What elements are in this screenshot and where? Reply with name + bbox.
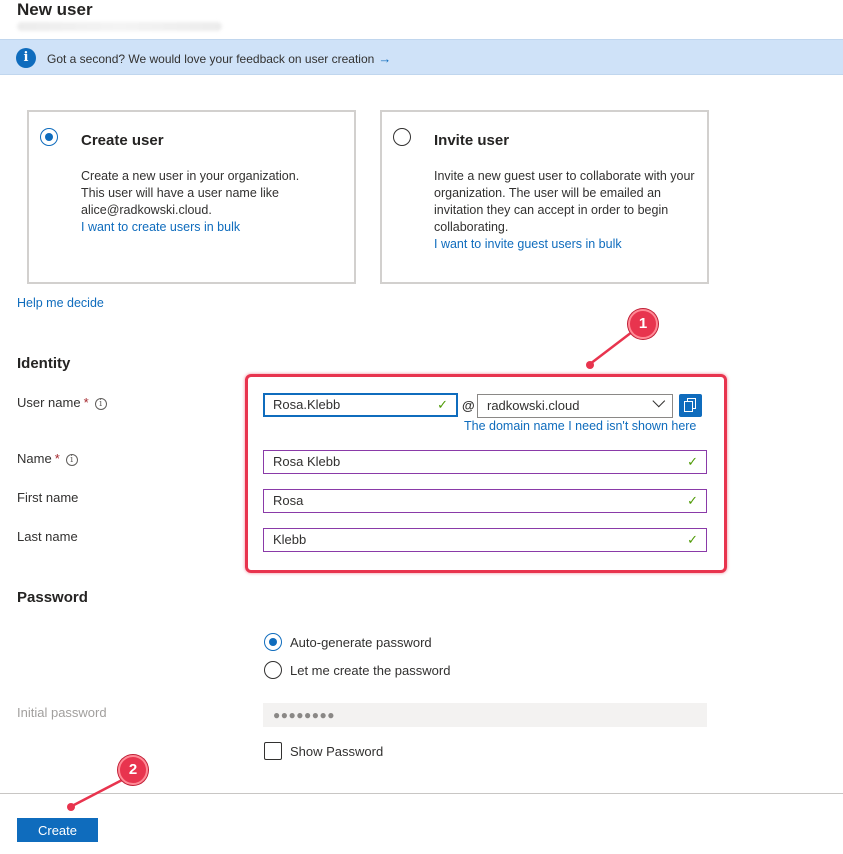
username-label: User name * i (17, 395, 107, 410)
banner-text-wrap[interactable]: Got a second? We would love your feedbac… (47, 51, 391, 66)
invite-guests-bulk-link[interactable]: I want to invite guest users in bulk (434, 237, 622, 251)
annotation-highlight-box (245, 374, 727, 573)
annotation-marker-1: 1 (628, 309, 658, 339)
invite-user-title: Invite user (434, 132, 510, 149)
name-label: Name * i (17, 451, 78, 466)
username-label-text: User name (17, 395, 81, 410)
help-me-decide-link[interactable]: Help me decide (17, 296, 104, 310)
initial-password-field: ●●●●●●●● (263, 703, 707, 727)
annotation-line-1 (589, 331, 633, 365)
create-users-bulk-link[interactable]: I want to create users in bulk (81, 220, 240, 234)
show-password-label[interactable]: Show Password (290, 744, 383, 759)
auto-generate-label[interactable]: Auto-generate password (290, 635, 432, 650)
password-mask: ●●●●●●●● (273, 708, 335, 722)
invite-user-description: Invite a new guest user to collaborate w… (434, 169, 695, 234)
show-password-checkbox[interactable] (264, 742, 282, 760)
create-button[interactable]: Create (17, 818, 98, 842)
password-section-title: Password (17, 589, 88, 606)
required-marker: * (54, 451, 60, 466)
banner-text: Got a second? We would love your feedbac… (47, 52, 375, 66)
footer-divider (0, 793, 843, 794)
page-title: New user (17, 0, 93, 19)
name-label-text: Name (17, 451, 52, 466)
feedback-banner[interactable]: i Got a second? We would love your feedb… (0, 39, 843, 75)
info-tooltip-icon[interactable]: i (94, 398, 107, 410)
create-password-label[interactable]: Let me create the password (290, 663, 450, 678)
annotation-dot-1 (586, 361, 594, 369)
info-icon: i (16, 48, 36, 68)
invite-user-card[interactable]: Invite user Invite a new guest user to c… (380, 110, 709, 284)
last-name-label: Last name (17, 529, 78, 544)
create-user-description: Create a new user in your organization. … (81, 169, 300, 217)
info-tooltip-icon[interactable]: i (65, 454, 78, 466)
required-marker: * (83, 395, 89, 410)
annotation-marker-2: 2 (118, 755, 148, 785)
create-user-title: Create user (81, 132, 164, 149)
annotation-dot-2 (67, 803, 75, 811)
initial-password-label: Initial password (17, 705, 107, 720)
create-password-radio[interactable] (264, 661, 282, 679)
identity-section-title: Identity (17, 355, 71, 372)
create-user-card[interactable]: Create user Create a new user in your or… (27, 110, 356, 284)
arrow-right-icon: → (378, 51, 392, 66)
create-user-radio[interactable] (40, 128, 58, 146)
first-name-label: First name (17, 490, 79, 505)
invite-user-radio[interactable] (393, 128, 411, 146)
blurred-subtitle (17, 22, 222, 31)
auto-generate-radio[interactable] (264, 633, 282, 651)
